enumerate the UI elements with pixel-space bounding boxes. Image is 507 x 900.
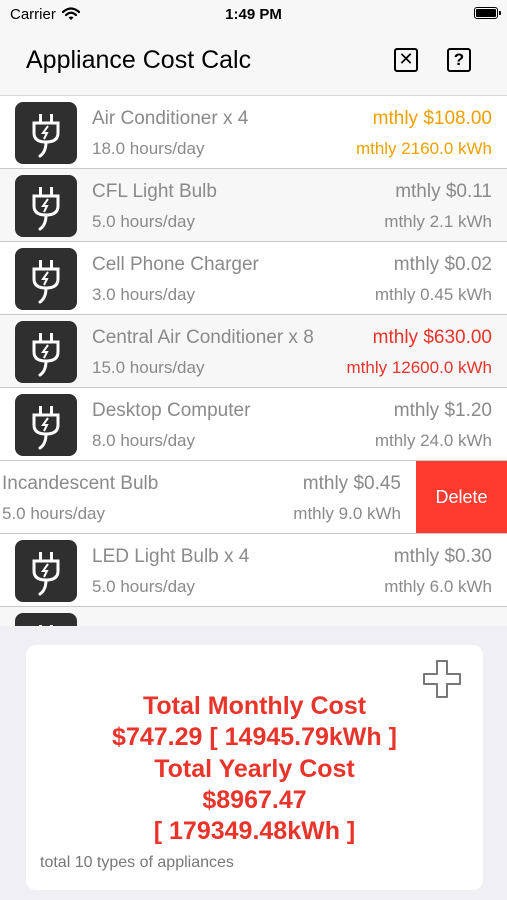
close-box-icon[interactable]: ✕ [394,48,418,72]
appliance-count-note: total 10 types of appliances [40,854,234,871]
delete-button[interactable]: Delete [416,461,507,533]
appliance-name: LED Light Bulb x 4 [92,546,250,567]
appliance-list[interactable]: Air Conditioner x 4 18.0 hours/day mthly… [0,96,507,626]
plug-icon [15,613,77,626]
appliance-hours: 18.0 hours/day [92,139,205,158]
appliance-monthly-kwh: mthly 24.0 kWh [374,431,492,450]
help-button[interactable]: ? [447,48,471,72]
appliance-monthly-cost: mthly $0.11 [395,181,492,202]
appliance-hours: 8.0 hours/day [92,431,196,450]
clock: 1:49 PM [225,6,282,23]
plug-icon [15,321,77,383]
appliance-monthly-kwh: mthly 2160.0 kWh [355,139,492,158]
total-yearly-label: Total Yearly Cost [154,755,355,783]
appliance-name: Cell Phone Charger [92,254,259,275]
appliance-name: CFL Light Bulb [92,181,217,202]
appliance-name: Incandescent Bulb [2,473,159,494]
battery-icon [474,7,501,19]
appliance-row-partial[interactable] [0,607,507,626]
total-yearly-kwh: [ 179349.48kWh ] [153,817,356,845]
total-monthly-label: Total Monthly Cost [142,692,367,720]
appliance-name: Central Air Conditioner x 8 [92,327,314,348]
appliance-row[interactable]: Cell Phone Charger 3.0 hours/day mthly $… [0,242,507,315]
plug-icon [15,175,77,237]
status-bar: Carrier 1:49 PM [0,0,507,30]
appliance-monthly-cost: mthly $0.02 [393,254,492,275]
appliance-row-swiped[interactable]: Incandescent Bulb 5.0 hours/day mthly $0… [0,461,507,534]
appliance-row[interactable]: Air Conditioner x 4 18.0 hours/day mthly… [0,96,507,169]
plug-icon [15,248,77,310]
appliance-row[interactable]: CFL Light Bulb 5.0 hours/day mthly $0.11… [0,169,507,242]
appliance-monthly-cost: mthly $630.00 [372,327,492,348]
appliance-monthly-kwh: mthly 6.0 kWh [384,577,492,596]
plug-icon [15,540,77,602]
appliance-hours: 5.0 hours/day [92,577,196,596]
appliance-name: Desktop Computer [92,400,251,421]
summary-card: Total Monthly Cost $747.29 [ 14945.79kWh… [26,645,483,890]
navigation-bar: Appliance Cost Calc ✕ ? [0,30,507,96]
appliance-name: Air Conditioner x 4 [92,108,249,129]
appliance-hours: 3.0 hours/day [92,285,196,304]
plug-icon [15,102,77,164]
appliance-monthly-cost: mthly $1.20 [393,400,492,421]
appliance-monthly-kwh: mthly 0.45 kWh [374,285,492,304]
appliance-monthly-kwh: mthly 9.0 kWh [293,504,401,523]
page-title: Appliance Cost Calc [26,46,252,74]
appliance-monthly-kwh: mthly 12600.0 kWh [346,358,492,377]
plug-icon [15,394,77,456]
appliance-monthly-kwh: mthly 2.1 kWh [384,212,492,231]
total-yearly-cost: $8967.47 [202,786,307,814]
appliance-hours: 5.0 hours/day [92,212,196,231]
appliance-monthly-cost: mthly $108.00 [372,108,492,129]
total-monthly-value: $747.29 [ 14945.79kWh ] [112,723,397,751]
appliance-monthly-cost: mthly $0.45 [302,473,401,494]
appliance-row[interactable]: LED Light Bulb x 4 5.0 hours/day mthly $… [0,534,507,607]
appliance-hours: 5.0 hours/day [2,504,106,523]
appliance-row[interactable]: Desktop Computer 8.0 hours/day mthly $1.… [0,388,507,461]
appliance-hours: 15.0 hours/day [92,358,205,377]
appliance-monthly-cost: mthly $0.30 [393,546,492,567]
appliance-row[interactable]: Central Air Conditioner x 8 15.0 hours/d… [0,315,507,388]
